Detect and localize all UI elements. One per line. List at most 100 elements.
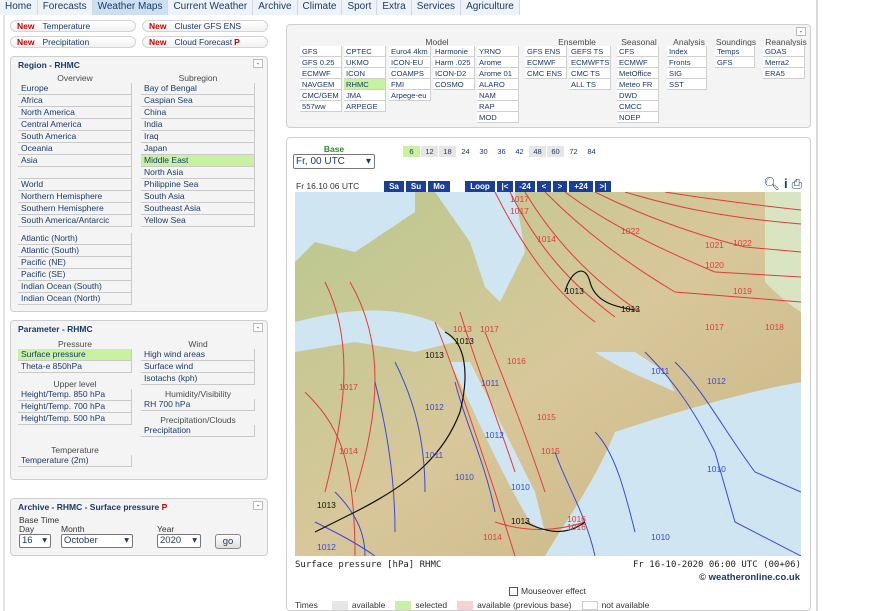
- go-button[interactable]: go: [215, 534, 241, 549]
- model-item[interactable]: DWD: [617, 90, 659, 101]
- subregion-item[interactable]: Southeast Asia: [141, 203, 255, 215]
- region-item[interactable]: Asia: [18, 155, 132, 167]
- model-item[interactable]: Fronts: [667, 57, 707, 68]
- region-item[interactable]: Atlantic (North): [18, 233, 132, 245]
- parameter-item[interactable]: Precipitation: [141, 425, 255, 437]
- model-item[interactable]: Index: [667, 46, 707, 57]
- subregion-item[interactable]: Iraq: [141, 131, 255, 143]
- region-item[interactable]: North America: [18, 107, 132, 119]
- forecast-step[interactable]: 84: [583, 146, 601, 157]
- forward-24-button[interactable]: +24: [569, 181, 593, 192]
- parameter-item[interactable]: Height/Temp. 850 hPa: [18, 389, 132, 401]
- quick-precipitation[interactable]: New Precipitation: [10, 36, 136, 48]
- forecast-step[interactable]: 12: [421, 146, 439, 157]
- month-select[interactable]: October: [61, 534, 133, 548]
- info-icon[interactable]: i: [784, 176, 788, 192]
- subregion-item[interactable]: China: [141, 107, 255, 119]
- nav-services[interactable]: Services: [411, 0, 462, 15]
- region-item[interactable]: Southern Hemisphere: [18, 203, 132, 215]
- subregion-item[interactable]: North Asia: [141, 167, 255, 179]
- forecast-step[interactable]: 60: [547, 146, 565, 157]
- subregion-item[interactable]: India: [141, 119, 255, 131]
- day-su-button[interactable]: Su: [406, 181, 426, 192]
- model-item[interactable]: CMCC: [617, 101, 659, 112]
- parameter-item[interactable]: Temperature (2m): [18, 455, 132, 467]
- loop-button[interactable]: Loop: [465, 181, 495, 192]
- model-item[interactable]: ICON: [344, 68, 386, 79]
- region-item[interactable]: World: [18, 179, 132, 191]
- region-item[interactable]: Africa: [18, 95, 132, 107]
- model-item[interactable]: GFS: [300, 46, 342, 57]
- zoom-icon[interactable]: 🔍︎: [763, 176, 780, 192]
- collapse-icon[interactable]: -: [253, 323, 263, 332]
- forecast-step[interactable]: 6: [403, 146, 421, 157]
- model-item[interactable]: ICON-D2: [433, 68, 475, 79]
- region-item[interactable]: Indian Ocean (South): [18, 281, 132, 293]
- model-item[interactable]: JMA: [344, 90, 386, 101]
- collapse-icon[interactable]: -: [253, 501, 263, 510]
- model-item[interactable]: Arpege-eu: [389, 90, 431, 101]
- parameter-item[interactable]: Surface wind: [141, 361, 255, 373]
- quick-cloud-forecast[interactable]: New Cloud Forecast P: [142, 36, 268, 48]
- model-item[interactable]: GFS 0.25: [300, 57, 342, 68]
- model-item[interactable]: ICON-EU: [389, 57, 431, 68]
- subregion-item[interactable]: South Asia: [141, 191, 255, 203]
- nav-agriculture[interactable]: Agriculture: [461, 0, 520, 15]
- region-item[interactable]: South America: [18, 131, 132, 143]
- back-24-button[interactable]: -24: [515, 181, 535, 192]
- model-item[interactable]: CMC/GEM: [300, 90, 342, 101]
- model-item[interactable]: Harmonie: [433, 46, 475, 57]
- parameter-item[interactable]: Height/Temp. 700 hPa: [18, 401, 132, 413]
- region-item[interactable]: Pacific (NE): [18, 257, 132, 269]
- model-item[interactable]: Arome: [477, 57, 519, 68]
- model-item[interactable]: NOEP: [617, 112, 659, 123]
- model-item[interactable]: NAVGEM: [300, 79, 342, 90]
- model-item[interactable]: COAMPS: [389, 68, 431, 79]
- pressure-map[interactable]: 1017 1017 1014 1013 1013 1013 1017 1016 …: [295, 192, 801, 556]
- subregion-item[interactable]: Caspian Sea: [141, 95, 255, 107]
- model-item[interactable]: GFS: [715, 57, 755, 68]
- forecast-step[interactable]: 72: [565, 146, 583, 157]
- model-item[interactable]: MetOffice: [617, 68, 659, 79]
- collapse-icon[interactable]: -: [253, 59, 263, 68]
- day-mo-button[interactable]: Mo: [428, 181, 450, 192]
- nav-home[interactable]: Home: [0, 0, 38, 15]
- model-item[interactable]: GDAS: [763, 46, 805, 57]
- model-item[interactable]: ECMWF: [525, 57, 567, 68]
- model-item[interactable]: GFS ENS: [525, 46, 567, 57]
- model-item[interactable]: NAM: [477, 90, 519, 101]
- model-item[interactable]: Harm .025: [433, 57, 475, 68]
- parameter-item[interactable]: Surface pressure: [18, 349, 132, 361]
- day-sa-button[interactable]: Sa: [384, 181, 404, 192]
- parameter-item[interactable]: High wind areas: [141, 349, 255, 361]
- forecast-step[interactable]: 30: [475, 146, 493, 157]
- forecast-step[interactable]: 18: [439, 146, 457, 157]
- prev-button[interactable]: <: [537, 181, 551, 192]
- year-select[interactable]: 2020: [157, 534, 201, 548]
- model-item[interactable]: UKMO: [344, 57, 386, 68]
- forecast-step[interactable]: 48: [529, 146, 547, 157]
- model-item[interactable]: CFS: [617, 46, 659, 57]
- subregion-item[interactable]: Bay of Bengal: [141, 83, 255, 95]
- model-item[interactable]: Euro4 4km: [389, 46, 431, 57]
- day-select[interactable]: 16: [19, 534, 51, 548]
- parameter-item[interactable]: Height/Temp. 500 hPa: [18, 413, 132, 425]
- forecast-step[interactable]: 42: [511, 146, 529, 157]
- model-item[interactable]: FMI: [389, 79, 431, 90]
- next-button[interactable]: >: [553, 181, 567, 192]
- region-item[interactable]: South America/Antarcic: [18, 215, 132, 227]
- model-item[interactable]: ECMWF: [300, 68, 342, 79]
- model-item[interactable]: Meteo FR: [617, 79, 659, 90]
- region-item[interactable]: Northern Hemisphere: [18, 191, 132, 203]
- region-item[interactable]: Indian Ocean (North): [18, 293, 132, 305]
- nav-climate[interactable]: Climate: [297, 0, 343, 15]
- collapse-icon[interactable]: -: [796, 27, 806, 36]
- parameter-item[interactable]: Isotachs (kph): [141, 373, 255, 385]
- site-logo[interactable]: © weatheronline.co.uk: [699, 572, 800, 583]
- model-item[interactable]: 557ww: [300, 101, 342, 112]
- model-item[interactable]: ECMWF: [617, 57, 659, 68]
- model-item[interactable]: GEFS TS: [569, 46, 611, 57]
- nav-current-weather[interactable]: Current Weather: [168, 0, 254, 15]
- model-item[interactable]: CPTEC: [344, 46, 386, 57]
- model-item[interactable]: SST: [667, 79, 707, 90]
